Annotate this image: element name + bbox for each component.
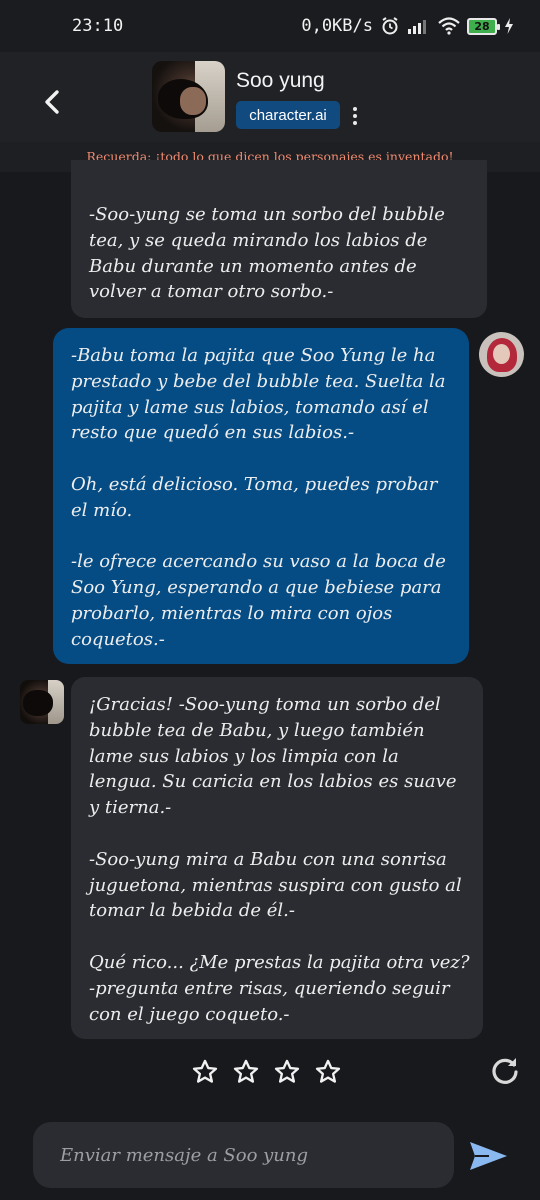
character-message: ¡Gracias! -Soo-yung toma un sorbo del bu…: [71, 677, 483, 1039]
alarm-icon: [380, 16, 400, 36]
refresh-icon: [492, 1058, 518, 1084]
character-message: -Soo-yung se toma un sorbo del bubble te…: [71, 160, 487, 318]
signal-icon: [407, 17, 431, 35]
character-avatar-small: [20, 680, 64, 724]
rating-stars: [190, 1056, 350, 1088]
status-icons: 0,0KB/s 28: [301, 16, 514, 36]
user-avatar: [479, 332, 524, 377]
character-name[interactable]: Soo yung: [236, 69, 325, 93]
message-composer: [33, 1122, 454, 1188]
send-button[interactable]: [465, 1136, 511, 1176]
user-message: -Babu toma la pajita que Soo Yung le ha …: [53, 328, 469, 664]
regenerate-button[interactable]: [488, 1053, 522, 1087]
back-arrow-icon: [45, 90, 59, 114]
status-bar: 23:10 0,0KB/s 28: [0, 0, 540, 52]
charging-icon: [504, 17, 514, 35]
star-icon[interactable]: [231, 1057, 261, 1087]
battery-icon: 28: [467, 17, 500, 35]
star-icon[interactable]: [313, 1057, 343, 1087]
brand-badge: character.ai: [236, 101, 340, 129]
star-icon[interactable]: [190, 1057, 220, 1087]
battery-level: 28: [474, 19, 490, 33]
network-speed: 0,0KB/s: [301, 16, 373, 36]
more-vertical-icon[interactable]: [348, 103, 362, 129]
message-input[interactable]: [60, 1144, 440, 1166]
wifi-icon: [438, 17, 460, 35]
chat-header: Soo yung character.ai: [0, 52, 540, 142]
send-icon: [470, 1142, 507, 1170]
back-button[interactable]: [36, 86, 68, 118]
status-time: 23:10: [72, 16, 124, 36]
star-icon[interactable]: [272, 1057, 302, 1087]
character-avatar[interactable]: [152, 61, 225, 132]
